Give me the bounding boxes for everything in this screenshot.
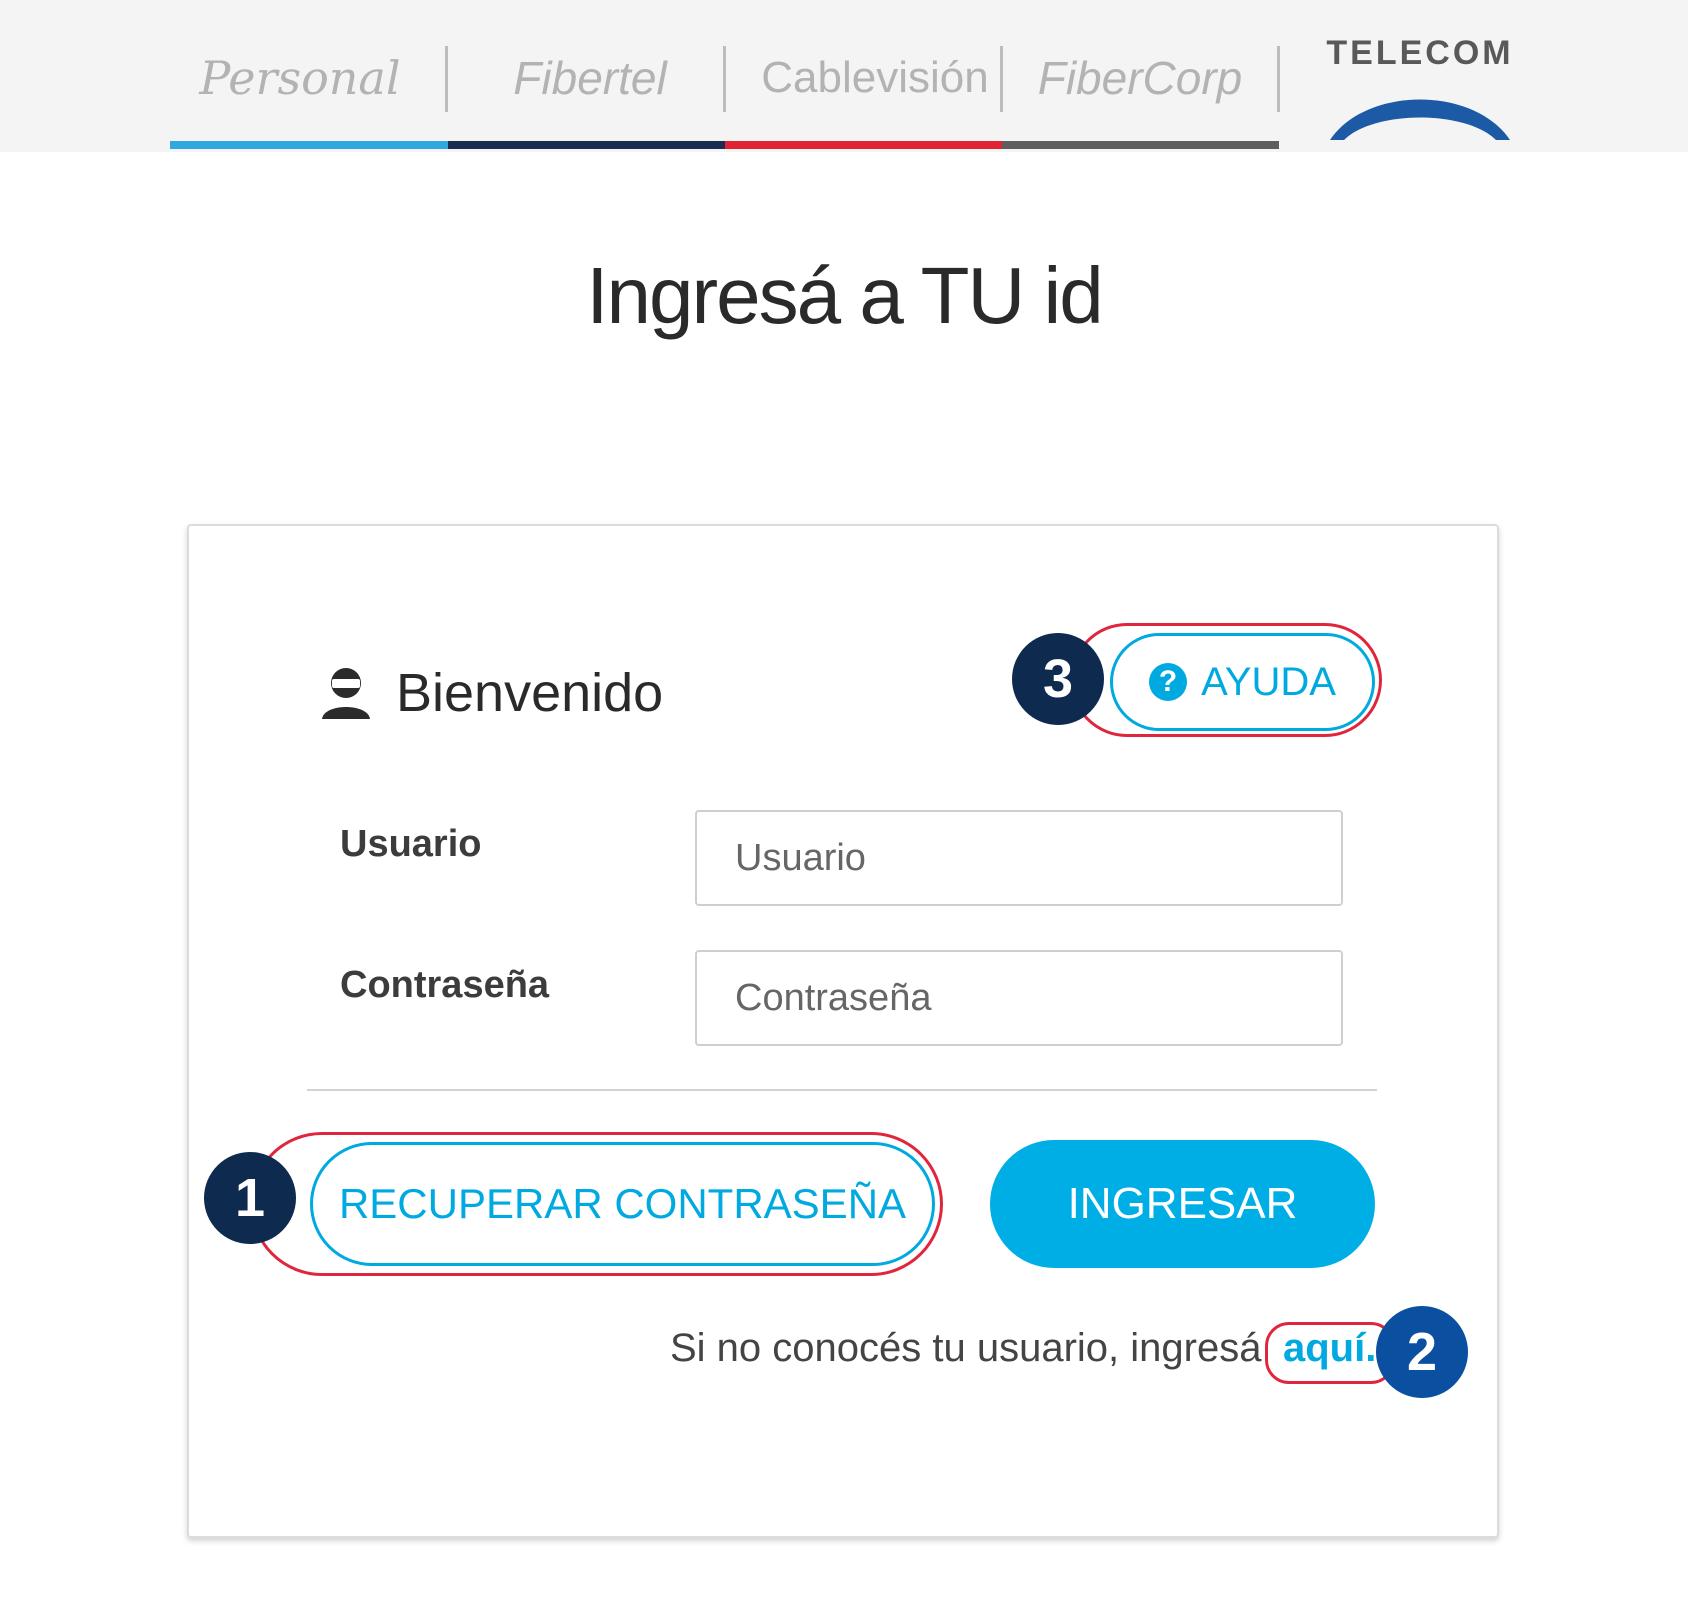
welcome-text: Bienvenido — [396, 663, 664, 723]
fibertel-logo: Fibertel — [513, 52, 667, 104]
brand-color-bar — [448, 141, 725, 149]
divider — [307, 1089, 1377, 1091]
help-button[interactable]: ? AYUDA — [1110, 633, 1375, 731]
personal-logo: Personal — [199, 51, 401, 105]
help-circle-icon: ? — [1149, 663, 1188, 701]
fibercorp-logo: FiberCorp — [1037, 52, 1243, 104]
brand-header: Personal Fibertel Cablevisión FiberCorp … — [0, 0, 1688, 152]
step-badge-1: 1 — [204, 1152, 296, 1244]
welcome-heading: Bienvenido — [320, 662, 663, 724]
username-input[interactable] — [695, 810, 1343, 906]
page-title: Ingresá a TU id — [586, 251, 1103, 340]
brand-color-bar — [1002, 141, 1279, 149]
cablevision-logo: Cablevisión — [761, 53, 989, 102]
user-icon — [322, 668, 370, 719]
forgot-user-link[interactable]: aquí. — [1283, 1326, 1376, 1371]
step-badge-3: 3 — [1012, 633, 1104, 725]
username-label: Usuario — [340, 823, 482, 865]
help-label: AYUDA — [1201, 659, 1336, 704]
recover-password-button[interactable]: RECUPERAR CONTRASEÑA — [310, 1142, 935, 1266]
brand-separator — [1277, 46, 1280, 112]
brand-separator — [1000, 46, 1003, 112]
brand-separator — [445, 46, 448, 112]
password-input[interactable] — [695, 950, 1343, 1046]
brand-separator — [723, 46, 726, 112]
forgot-user-hint: Si no conocés tu usuario, ingresá — [670, 1326, 1262, 1370]
telecom-logo-arc-icon — [1330, 99, 1510, 140]
login-button[interactable]: INGRESAR — [990, 1140, 1375, 1268]
password-label: Contraseña — [340, 964, 550, 1006]
step-badge-2: 2 — [1376, 1306, 1468, 1398]
telecom-logo-text: TELECOM — [1326, 34, 1514, 72]
brand-color-bar — [725, 141, 1002, 149]
brand-color-bar — [170, 141, 448, 149]
